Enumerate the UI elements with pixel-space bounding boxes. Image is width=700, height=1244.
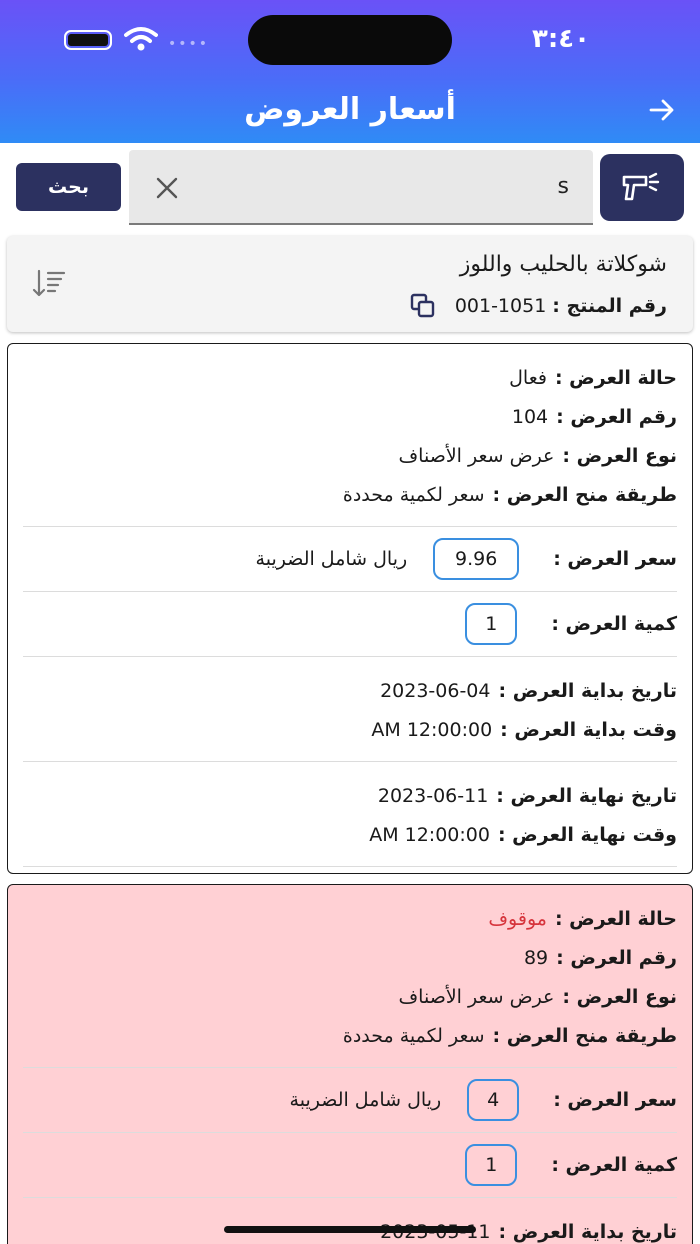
product-id-label: رقم المنتج : [552,295,667,317]
offer-end-time-value: AM 12:00:00 [369,823,490,846]
offer-method-label: طريقة منح العرض : [492,1024,677,1047]
offer-quantity-field[interactable]: 1 [465,1144,518,1186]
offer-start-date-row: تاريخ بداية العرض : 2023-06-04 [23,671,677,710]
offer-type-row: نوع العرض : عرض سعر الأصناف [23,436,677,475]
offer-end-time-label: وقت نهاية العرض : [497,823,677,846]
offer-type-label: نوع العرض : [562,985,677,1008]
offer-number-label: رقم العرض : [556,405,677,428]
status-time: ٣:٤٠ [531,24,590,54]
wifi-icon [124,27,158,51]
divider [23,866,677,867]
close-icon[interactable] [153,174,181,202]
offer-status-value: فعال [509,366,547,389]
offer-quantity-field[interactable]: 1 [465,603,518,645]
offer-status-row: حالة العرض : موقوف [23,899,677,938]
offer-price-row: سعر العرض : 9.96 ريال شامل الضريبة [23,527,677,591]
sort-icon[interactable] [31,268,67,300]
offer-start-time-row: وقت بداية العرض : AM 12:00:00 [23,710,677,749]
offer-price-row: سعر العرض : 4 ريال شامل الضريبة [23,1068,677,1132]
offer-quantity-label: كمية العرض : [551,1154,677,1176]
home-indicator [224,1226,476,1233]
offer-start-date-label: تاريخ بداية العرض : [498,1220,677,1243]
offer-type-value: عرض سعر الأصناف [398,444,555,467]
device-notch [248,15,452,65]
offer-quantity-row: كمية العرض : 1 [23,1133,677,1197]
offer-status-row: حالة العرض : فعال [23,358,677,397]
product-card: شوكلاتة بالحليب واللوز رقم المنتج : 001-… [7,236,693,332]
offer-start-time-value: AM 12:00:00 [371,718,493,741]
offer-method-label: طريقة منح العرض : [492,483,677,506]
arrow-right-icon[interactable] [648,96,676,124]
search-value: s [557,174,569,199]
scan-button[interactable] [600,154,684,221]
offer-end-date-row: تاريخ نهاية العرض : 2023-06-11 [23,776,677,815]
offer-status-label: حالة العرض : [554,366,677,389]
page-title: أسعار العروض [244,92,456,127]
offer-number-value: 89 [523,946,549,969]
copy-icon[interactable] [409,292,437,320]
search-input[interactable]: s [129,150,593,225]
offer-number-row: رقم العرض : 104 [23,397,677,436]
offer-price-field[interactable]: 9.96 [433,538,520,580]
signal-icon: •••• [168,36,210,52]
offer-start-date-label: تاريخ بداية العرض : [498,679,677,702]
offer-status-value: موقوف [488,907,547,930]
offer-end-time-row: وقت نهاية العرض : AM 12:00:00 [23,815,677,854]
offer-quantity-label: كمية العرض : [551,613,677,635]
offer-method-value: سعر لكمية محددة [342,483,485,506]
offer-end-date-label: تاريخ نهاية العرض : [496,784,677,807]
offer-start-date-value: 2023-06-04 [380,679,491,702]
offer-start-time-label: وقت بداية العرض : [500,718,677,741]
battery-icon [64,30,112,50]
offer-status-label: حالة العرض : [554,907,677,930]
search-button[interactable]: بحث [16,163,121,211]
offer-method-value: سعر لكمية محددة [342,1024,485,1047]
offer-method-row: طريقة منح العرض : سعر لكمية محددة [23,475,677,514]
offer-number-label: رقم العرض : [556,946,677,969]
offer-number-row: رقم العرض : 89 [23,938,677,977]
offer-number-value: 104 [511,405,549,428]
offer-quantity-row: كمية العرض : 1 [23,592,677,656]
app-header: •••• ٣:٤٠ أسعار العروض [0,0,700,143]
offer-price-label: سعر العرض : [553,548,677,570]
offer-method-row: طريقة منح العرض : سعر لكمية محددة [23,1016,677,1055]
offer-type-value: عرض سعر الأصناف [398,985,555,1008]
price-note: ريال شامل الضريبة [255,548,408,570]
barcode-scanner-icon [622,172,660,200]
offer-price-label: سعر العرض : [553,1089,677,1111]
offer-card[interactable]: حالة العرض : فعال رقم العرض : 104 نوع ال… [7,343,693,874]
offer-type-label: نوع العرض : [562,444,677,467]
product-id-value: 001-1051 [454,295,547,317]
product-name: شوكلاتة بالحليب واللوز [459,252,667,277]
product-id-row: رقم المنتج : 001-1051 [409,292,667,320]
price-note: ريال شامل الضريبة [289,1089,442,1111]
offer-card[interactable]: حالة العرض : موقوف رقم العرض : 89 نوع ال… [7,884,693,1244]
offer-price-field[interactable]: 4 [467,1079,520,1121]
offer-type-row: نوع العرض : عرض سعر الأصناف [23,977,677,1016]
offer-end-date-value: 2023-06-11 [377,784,489,807]
